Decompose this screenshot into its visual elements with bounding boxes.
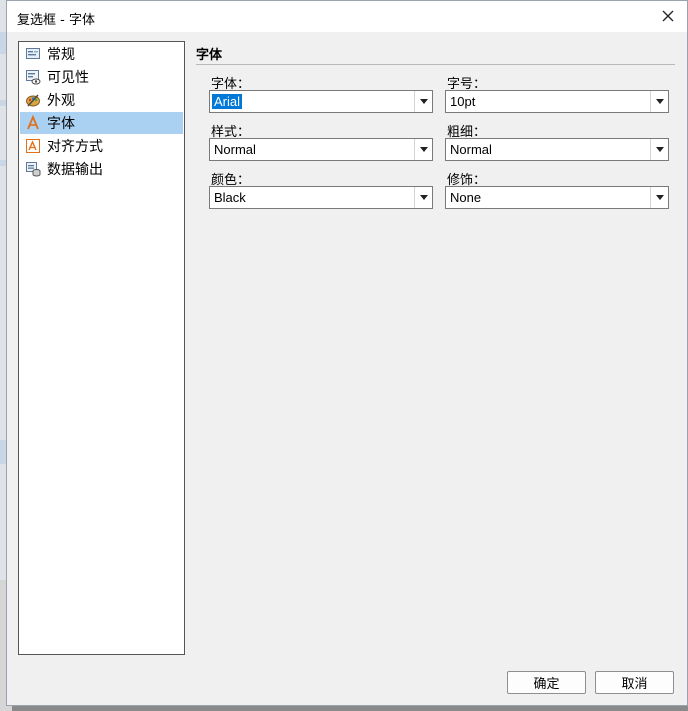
font-style-select[interactable]: Normal xyxy=(209,138,433,161)
font-family-value: Arial xyxy=(212,94,243,109)
nav-label: 数据输出 xyxy=(47,162,103,178)
nav-item-visibility[interactable]: 可见性 xyxy=(20,66,183,88)
dropdown-arrow[interactable] xyxy=(414,187,432,208)
ok-button[interactable]: 确定 xyxy=(507,671,586,694)
nav-label: 字体 xyxy=(47,116,75,132)
dropdown-arrow[interactable] xyxy=(650,139,668,160)
dropdown-arrow[interactable] xyxy=(414,139,432,160)
text-decoration-select[interactable]: None xyxy=(445,186,669,209)
dropdown-arrow[interactable] xyxy=(414,91,432,112)
dropdown-arrow[interactable] xyxy=(650,91,668,112)
close-button[interactable] xyxy=(655,4,681,28)
nav-label: 常规 xyxy=(47,47,75,63)
visibility-icon xyxy=(25,69,41,85)
nav-label: 外观 xyxy=(47,93,75,109)
dropdown-arrow[interactable] xyxy=(650,187,668,208)
nav-item-general[interactable]: 常规 xyxy=(20,43,183,65)
font-dialog: 复选框 - 字体 常规 可见性 外观 字体 对齐方式 数据输出 字体 字体： A… xyxy=(6,0,688,706)
chevron-down-icon xyxy=(655,195,664,200)
font-weight-select[interactable]: Normal xyxy=(445,138,669,161)
font-icon xyxy=(25,115,41,131)
general-icon xyxy=(25,46,41,62)
font-color-value: Black xyxy=(214,190,246,205)
title-bar: 复选框 - 字体 xyxy=(7,1,687,32)
chevron-down-icon xyxy=(655,147,664,152)
font-size-select[interactable]: 10pt xyxy=(445,90,669,113)
nav-item-font[interactable]: 字体 xyxy=(20,112,183,134)
chevron-down-icon xyxy=(419,195,428,200)
font-color-select[interactable]: Black xyxy=(209,186,433,209)
section-divider xyxy=(196,64,675,65)
font-weight-value: Normal xyxy=(450,142,492,157)
nav-label: 可见性 xyxy=(47,70,89,86)
alignment-icon xyxy=(25,138,41,154)
section-title: 字体 xyxy=(196,48,223,63)
nav-label: 对齐方式 xyxy=(47,139,103,155)
font-style-value: Normal xyxy=(214,142,256,157)
data-output-icon xyxy=(25,161,41,177)
cancel-button[interactable]: 取消 xyxy=(595,671,674,694)
window-title: 复选框 - 字体 xyxy=(17,13,95,28)
font-family-select[interactable]: Arial xyxy=(209,90,433,113)
nav-item-alignment[interactable]: 对齐方式 xyxy=(20,135,183,157)
text-decoration-value: None xyxy=(450,190,482,205)
chevron-down-icon xyxy=(655,99,664,104)
appearance-icon xyxy=(25,92,41,108)
category-list: 常规 可见性 外观 字体 对齐方式 数据输出 xyxy=(18,41,185,655)
close-icon xyxy=(662,10,674,22)
nav-item-data-output[interactable]: 数据输出 xyxy=(20,158,183,180)
font-size-value: 10pt xyxy=(450,94,476,109)
chevron-down-icon xyxy=(419,147,428,152)
nav-item-appearance[interactable]: 外观 xyxy=(20,89,183,111)
chevron-down-icon xyxy=(419,99,428,104)
